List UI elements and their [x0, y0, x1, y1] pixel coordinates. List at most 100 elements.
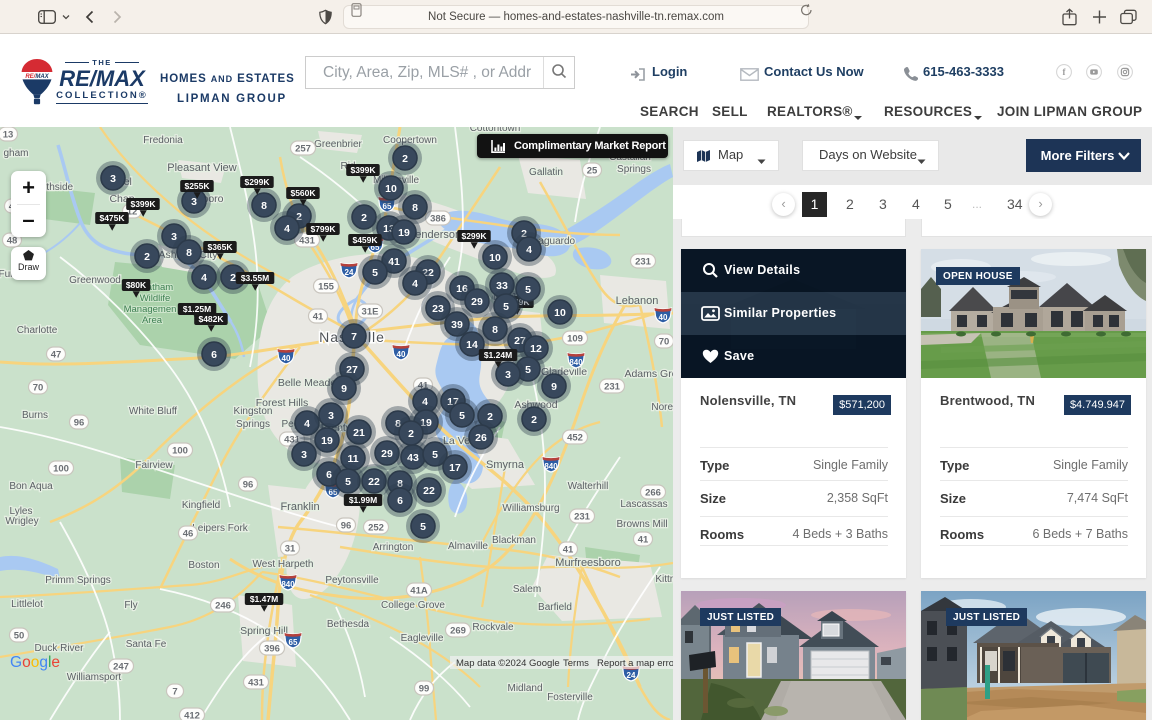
svg-text:231: 231 [635, 256, 652, 267]
svg-text:Google: Google [10, 654, 60, 671]
svg-text:10: 10 [489, 252, 501, 264]
svg-text:Kittre: Kittre [655, 574, 673, 585]
svg-text:5: 5 [372, 267, 378, 279]
svg-text:Salem: Salem [513, 584, 541, 595]
svg-text:Fosterville: Fosterville [547, 692, 593, 703]
svg-text:24: 24 [345, 268, 354, 277]
svg-text:29: 29 [471, 296, 483, 308]
svg-text:Murfreesboro: Murfreesboro [555, 557, 620, 569]
svg-text:Midland: Midland [507, 683, 542, 694]
svg-text:Noren: Noren [651, 402, 673, 413]
svg-text:8: 8 [261, 200, 267, 212]
svg-text:2: 2 [402, 153, 408, 165]
svg-text:231: 231 [574, 511, 591, 522]
svg-text:2: 2 [487, 411, 493, 423]
svg-text:41: 41 [313, 311, 324, 322]
svg-text:48: 48 [7, 235, 18, 246]
svg-text:21: 21 [353, 427, 365, 439]
svg-text:$482K: $482K [198, 314, 224, 324]
svg-text:$560K: $560K [290, 188, 316, 198]
svg-text:99: 99 [419, 683, 430, 694]
svg-text:$365K: $365K [207, 242, 233, 252]
svg-text:Bon Aqua: Bon Aqua [9, 481, 53, 492]
svg-text:431: 431 [248, 677, 265, 688]
svg-text:41A: 41A [410, 585, 428, 596]
svg-text:Wildlife: Wildlife [140, 293, 171, 304]
svg-text:5: 5 [459, 410, 465, 422]
svg-text:$299K: $299K [244, 177, 270, 187]
svg-text:41: 41 [638, 534, 649, 545]
svg-text:22: 22 [368, 476, 380, 488]
svg-text:26: 26 [475, 432, 487, 444]
svg-text:2: 2 [230, 272, 236, 284]
svg-text:43: 43 [407, 452, 419, 464]
svg-text:Terms: Terms [563, 658, 589, 669]
svg-text:10: 10 [385, 183, 397, 195]
svg-text:Almaville: Almaville [448, 541, 488, 552]
svg-text:Williamsport: Williamsport [67, 672, 122, 683]
svg-text:Duck River: Duck River [35, 643, 85, 654]
svg-text:3: 3 [191, 196, 197, 208]
svg-text:3: 3 [505, 369, 511, 381]
svg-text:396: 396 [264, 643, 280, 654]
svg-text:65: 65 [289, 638, 298, 647]
svg-text:266: 266 [645, 487, 661, 498]
svg-text:5: 5 [432, 449, 438, 461]
svg-text:100: 100 [53, 463, 69, 474]
svg-text:Fairview: Fairview [135, 460, 173, 471]
svg-text:4: 4 [526, 244, 532, 256]
svg-text:29: 29 [381, 448, 393, 460]
svg-text:5: 5 [525, 364, 531, 376]
svg-text:Pleasant View: Pleasant View [167, 162, 237, 174]
svg-text:$459K: $459K [352, 235, 378, 245]
svg-text:Littlelot: Littlelot [11, 599, 43, 610]
svg-text:$399K: $399K [130, 199, 156, 209]
svg-text:252: 252 [368, 522, 384, 533]
svg-text:Peytonsville: Peytonsville [325, 575, 379, 586]
svg-text:Greenbrier: Greenbrier [314, 139, 362, 150]
svg-text:3: 3 [110, 173, 116, 185]
svg-text:$799K: $799K [310, 224, 336, 234]
svg-text:70: 70 [659, 336, 670, 347]
svg-text:$3.55M: $3.55M [241, 273, 269, 283]
svg-text:8: 8 [412, 202, 418, 214]
svg-text:College Grove: College Grove [381, 600, 445, 611]
svg-text:Map data ©2024 Google: Map data ©2024 Google [456, 658, 560, 669]
svg-text:8: 8 [186, 247, 192, 259]
svg-text:Browns Mill: Browns Mill [616, 519, 667, 530]
svg-text:23: 23 [432, 303, 444, 315]
svg-text:Smyrna: Smyrna [486, 459, 525, 471]
svg-text:$1.47M: $1.47M [250, 594, 278, 604]
svg-text:Greenwood: Greenwood [69, 275, 121, 286]
svg-text:25: 25 [587, 165, 598, 176]
svg-text:$1.99M: $1.99M [349, 495, 377, 505]
svg-text:Blackman: Blackman [492, 535, 536, 546]
svg-text:$1.24M: $1.24M [484, 350, 512, 360]
svg-text:39: 39 [451, 319, 463, 331]
svg-text:Franklin: Franklin [280, 501, 319, 513]
svg-text:gham: gham [3, 148, 28, 159]
svg-text:Adams Gro: Adams Gro [624, 368, 673, 380]
svg-text:$1.25M: $1.25M [183, 304, 211, 314]
svg-text:Boston: Boston [188, 560, 219, 571]
svg-text:$475K: $475K [99, 213, 125, 223]
svg-text:840: 840 [544, 462, 558, 471]
svg-text:40: 40 [397, 350, 406, 359]
svg-text:24: 24 [627, 671, 636, 680]
svg-text:96: 96 [243, 479, 254, 490]
svg-text:31E: 31E [362, 306, 379, 317]
svg-text:5: 5 [525, 284, 531, 296]
svg-text:40: 40 [659, 313, 668, 322]
svg-text:Bethesda: Bethesda [327, 619, 370, 630]
svg-text:$255K: $255K [184, 181, 210, 191]
svg-text:Springs: Springs [617, 164, 651, 175]
svg-text:4: 4 [412, 278, 418, 290]
svg-text:Charlotte: Charlotte [17, 325, 58, 336]
svg-text:9: 9 [551, 381, 557, 393]
svg-text:41: 41 [563, 544, 574, 555]
svg-text:412: 412 [184, 710, 200, 720]
svg-text:Gallatin: Gallatin [529, 167, 563, 178]
svg-text:6: 6 [211, 349, 217, 361]
svg-text:Eagleville: Eagleville [401, 633, 444, 644]
svg-text:246: 246 [215, 600, 231, 611]
